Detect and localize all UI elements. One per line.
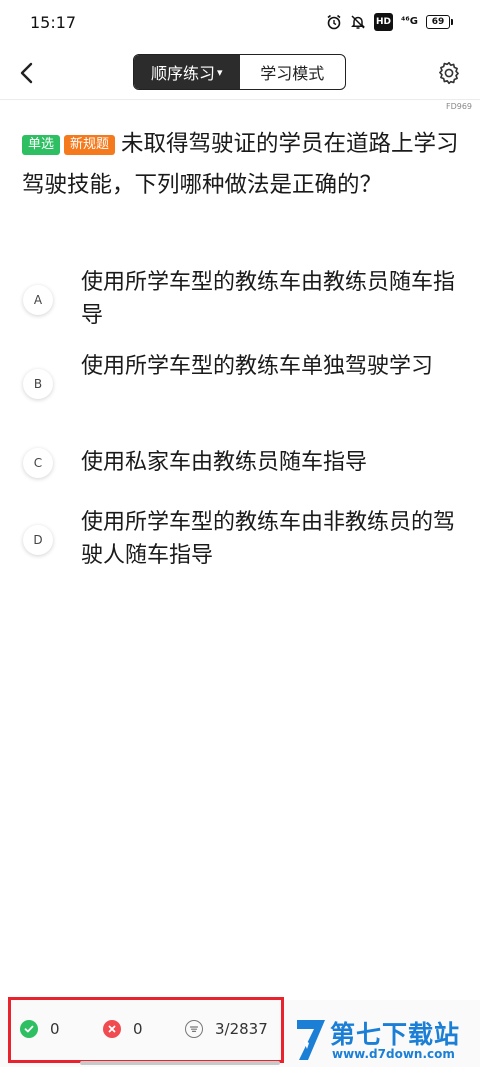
option-b[interactable]: B 使用所学车型的教练车单独驾驶学习 [20, 350, 460, 420]
option-b-text: 使用所学车型的教练车单独驾驶学习 [81, 354, 434, 379]
option-c[interactable]: C 使用私家车由教练员随车指导 [20, 446, 460, 482]
chevron-down-icon: ▾ [216, 65, 223, 79]
signal-icon: ⁴⁶G [401, 16, 418, 27]
option-d-marker: D [23, 525, 53, 555]
watermark-logo-icon [297, 1020, 325, 1060]
single-choice-tag: 单选 [22, 135, 61, 155]
gear-icon [439, 61, 459, 85]
nav-bar: 顺序练习 ▾ 学习模式 [0, 48, 480, 98]
battery-icon: 69 [426, 15, 453, 29]
option-d-text: 使用所学车型的教练车由非教练员的驾驶人随车指导 [81, 510, 456, 568]
mode-switch: 顺序练习 ▾ 学习模式 [133, 54, 346, 90]
option-a-text: 使用所学车型的教练车由教练员随车指导 [81, 270, 456, 328]
alarm-icon [326, 14, 342, 30]
option-c-text: 使用私家车由教练员随车指导 [81, 450, 368, 475]
watermark: 第七下载站 www.d7down.com [294, 1015, 480, 1065]
watermark-url: www.d7down.com [332, 1047, 455, 1061]
status-icons: HD ⁴⁶G 69 [326, 13, 453, 31]
option-c-marker: C [23, 448, 53, 478]
mute-bell-icon [350, 14, 366, 30]
chevron-left-icon [20, 62, 33, 84]
home-indicator[interactable] [80, 1061, 280, 1065]
option-d[interactable]: D 使用所学车型的教练车由非教练员的驾驶人随车指导 [20, 506, 460, 576]
tab-sequential-practice[interactable]: 顺序练习 ▾ [134, 55, 240, 89]
new-rule-tag: 新规题 [64, 135, 116, 155]
nav-divider [0, 99, 480, 100]
tab-sequential-practice-label: 顺序练习 [150, 64, 215, 83]
settings-button[interactable] [434, 58, 464, 88]
tab-study-mode-label: 学习模式 [260, 64, 325, 83]
watermark-name: 第七下载站 [330, 1020, 461, 1049]
question-id: FD969 [445, 102, 472, 111]
option-b-marker: B [23, 369, 53, 399]
option-a[interactable]: A 使用所学车型的教练车由教练员随车指导 [20, 266, 460, 336]
question-stem: 单选 新规题 未取得驾驶证的学员在道路上学习驾驶技能，下列哪种做法是正确的？ [22, 124, 462, 206]
annotation-highlight-box [8, 997, 284, 1063]
hd-icon: HD [374, 13, 394, 31]
status-time: 15:17 [30, 12, 77, 32]
tab-study-mode[interactable]: 学习模式 [240, 55, 346, 89]
option-a-marker: A [23, 285, 53, 315]
back-button[interactable] [12, 56, 42, 90]
status-bar: 15:17 HD ⁴⁶G 69 [0, 0, 480, 44]
